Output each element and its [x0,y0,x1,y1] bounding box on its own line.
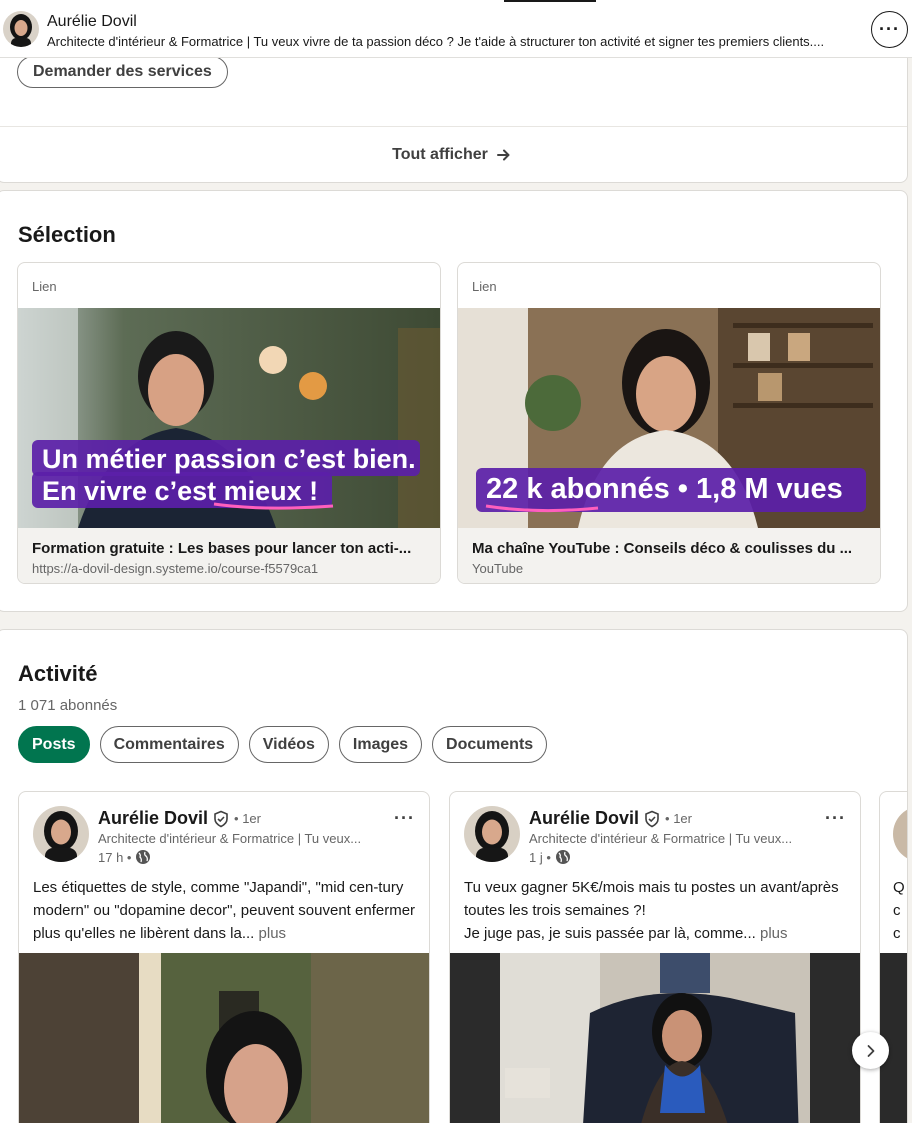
post-time-label: 17 h • [98,849,132,865]
post-time-label: 1 j • [529,849,551,865]
verified-shield-icon [212,810,230,828]
featured-thumbnail[interactable]: 22 k abonnés • 1,8 M vues [458,308,880,528]
post-text: Les étiquettes de style, comme "Japandi"… [33,876,421,945]
post-card[interactable]: Aurélie Dovil • 1er Architecte d'intérie… [449,791,861,1123]
globe-icon [135,849,151,865]
filter-pill-posts[interactable]: Posts [18,726,90,763]
overlay-text: Un métier passion c’est bien. [42,444,416,474]
featured-footer: Ma chaîne YouTube : Conseils déco & coul… [458,528,880,583]
see-more-link[interactable]: plus [259,925,287,942]
more-options-button[interactable]: ··· [871,11,908,48]
request-services-button[interactable]: Demander des services [17,56,228,88]
post-text-body: Q [893,879,905,896]
author-name[interactable]: Aurélie Dovil • 1er [529,808,692,829]
filter-pill-documents[interactable]: Documents [432,726,548,763]
author-avatar[interactable] [893,806,907,862]
filter-pill-images[interactable]: Images [338,726,423,763]
section-title: Activité [18,661,98,686]
featured-kind-label: Lien [32,279,57,294]
post-text-body: c [893,925,901,942]
author-name-label: Aurélie Dovil [529,808,640,828]
featured-subtitle: YouTube [472,561,524,576]
overlay-text: En vivre c’est mieux ! [42,476,319,506]
post-options-icon[interactable]: ··· [825,808,846,829]
featured-subtitle: https://a-dovil-design.systeme.io/course… [32,561,319,576]
post-image[interactable] [19,953,429,1123]
see-more-link[interactable]: plus [760,925,788,942]
post-text: Q c c [893,876,905,945]
connection-degree: • 1er [234,811,261,826]
author-name-label: Aurélie Dovil [98,808,209,828]
globe-icon [555,849,571,865]
followers-count[interactable]: 1 071 abonnés [18,697,117,714]
activity-filter-tabs: Posts Commentaires Vidéos Images Documen… [18,726,548,763]
featured-kind-label: Lien [472,279,497,294]
post-image[interactable] [450,953,860,1123]
post-text-body: c [893,902,901,919]
featured-title[interactable]: Formation gratuite : Les bases pour lanc… [32,540,424,557]
post-card[interactable]: Aurélie Dovil • 1er Architecte d'intérie… [18,791,430,1123]
author-avatar[interactable] [33,806,89,862]
chevron-right-icon [864,1044,878,1058]
carousel-next-button[interactable] [852,1032,889,1069]
section-title: Sélection [18,222,116,247]
featured-footer: Formation gratuite : Les bases pour lanc… [18,528,440,583]
post-options-icon[interactable]: ··· [394,808,415,829]
show-all-button[interactable]: Tout afficher [0,127,907,183]
sticky-profile-header: Aurélie Dovil Architecte d'intérieur & F… [0,0,912,58]
featured-thumbnail[interactable]: Un métier passion c’est bien. En vivre c… [18,308,440,528]
profile-headline: Architecte d'intérieur & Formatrice | Tu… [47,34,825,49]
post-time: 1 j • [529,849,571,865]
featured-section: Sélection Lien Un métier passion c’est b… [0,190,908,612]
author-headline: Architecte d'intérieur & Formatrice | Tu… [98,831,362,846]
overlay-text: 22 k abonnés • 1,8 M vues [486,473,843,505]
featured-item[interactable]: Lien Un métier passion c’est bien. En vi… [17,262,441,584]
filter-pill-videos[interactable]: Vidéos [248,726,329,763]
featured-item[interactable]: Lien 22 k abonnés • 1,8 M vues Ma chaîne… [457,262,881,584]
post-text-body: Tu veux gagner 5K€/mois mais tu postes u… [464,879,839,919]
profile-name: Aurélie Dovil [47,13,137,30]
post-time: 17 h • [98,849,151,865]
arrow-right-icon [496,147,512,163]
post-card[interactable]: Q c c [879,791,907,1123]
author-headline: Architecte d'intérieur & Formatrice | Tu… [529,831,793,846]
author-avatar[interactable] [464,806,520,862]
featured-title[interactable]: Ma chaîne YouTube : Conseils déco & coul… [472,540,864,557]
author-name[interactable]: Aurélie Dovil • 1er [98,808,261,829]
active-tab-indicator [504,0,596,2]
verified-shield-icon [643,810,661,828]
ellipsis-icon: ··· [879,19,900,39]
post-text-body: Les étiquettes de style, comme "Japandi"… [33,879,416,942]
connection-degree: • 1er [665,811,692,826]
activity-section: Activité 1 071 abonnés Posts Commentaire… [0,629,908,1123]
show-all-label: Tout afficher [392,146,488,163]
post-text-body: Je juge pas, je suis passée par là, comm… [464,925,756,942]
avatar[interactable] [3,11,39,47]
filter-pill-comments[interactable]: Commentaires [99,726,239,763]
post-text: Tu veux gagner 5K€/mois mais tu postes u… [464,876,852,945]
